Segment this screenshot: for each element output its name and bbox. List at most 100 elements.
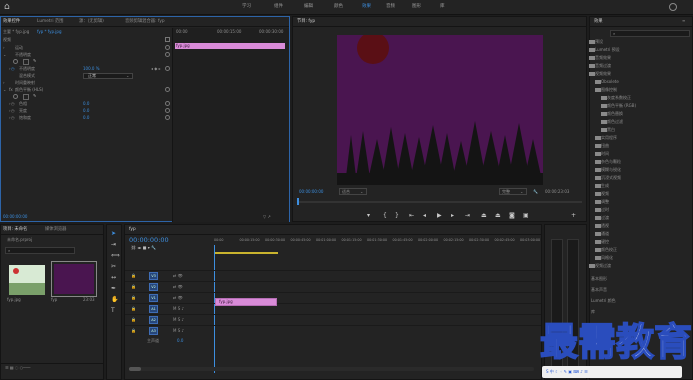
track-controls-icon[interactable]: M S ♪ xyxy=(173,328,184,334)
razor-tool-icon[interactable]: ✂ xyxy=(111,263,116,271)
effect-tree-item[interactable]: 黑白 xyxy=(607,126,615,133)
tab-audio-clip-mixer[interactable]: 音频剪辑混合器: fyp xyxy=(125,18,165,25)
mark-out-bracket-icon[interactable]: } xyxy=(395,212,399,220)
step-forward-icon[interactable]: ▸ xyxy=(451,212,454,220)
effect-tree-item[interactable]: 时间 xyxy=(601,150,609,157)
go-to-in-icon[interactable]: ⇤ xyxy=(409,212,414,220)
effect-tree-item[interactable]: 颜色替换 xyxy=(607,110,623,117)
mark-in-icon[interactable]: ▾ xyxy=(367,212,370,220)
tab-media-browser[interactable]: 媒体浏览器 xyxy=(45,226,66,233)
opacity-value[interactable]: 100.0 % xyxy=(83,66,100,72)
mark-in-bracket-icon[interactable]: { xyxy=(383,212,387,220)
project-search-input[interactable]: ⌕ xyxy=(5,247,75,254)
track-controls-icon[interactable]: ⇄ 👁 xyxy=(173,273,183,279)
master-volume[interactable]: 0.0 xyxy=(177,338,183,344)
play-icon[interactable]: ▶ xyxy=(437,212,442,220)
reset-icon[interactable] xyxy=(165,101,170,106)
effect-tree-item[interactable]: 实用程序 xyxy=(601,134,617,141)
fx-badge-icon[interactable]: fx xyxy=(9,87,13,93)
workspace-graphics[interactable]: 图形 xyxy=(412,3,421,11)
workspace-assembly[interactable]: 组件 xyxy=(274,3,283,11)
track-target-button[interactable]: V3 xyxy=(149,272,158,280)
panel-libraries[interactable]: 库 xyxy=(591,308,595,315)
ec-row-lightness[interactable]: › ◷ 亮度 0.0 xyxy=(3,108,171,114)
home-icon[interactable]: ⌂ xyxy=(4,2,14,12)
track-target-button[interactable]: A2 xyxy=(149,316,158,324)
lightness-value[interactable]: 0.0 xyxy=(83,108,89,114)
reset-icon[interactable] xyxy=(165,115,170,120)
track-controls-icon[interactable]: ⇄ 👁 xyxy=(173,284,183,290)
list-view-icon[interactable]: ☰ ▦ ◌ ○─── xyxy=(5,365,30,371)
stopwatch-icon[interactable]: ◷ xyxy=(11,101,15,107)
effect-tree-item[interactable]: 杂色与颗粒 xyxy=(601,158,621,165)
program-current-time[interactable]: 00:00:00:00 xyxy=(299,189,323,195)
hand-tool-icon[interactable]: ✋ xyxy=(111,296,118,304)
sequence-clip-label[interactable]: fyp * fyp.jpg xyxy=(37,29,62,35)
effect-tree-item[interactable]: 颜色校正 xyxy=(601,246,617,253)
timeline-scrollbar[interactable] xyxy=(129,367,534,371)
track-controls-icon[interactable]: M S ♪ xyxy=(173,306,184,312)
tab-source[interactable]: 源：(无剪辑) xyxy=(79,18,104,25)
track-controls-icon[interactable]: ⇄ 👁 xyxy=(173,295,183,301)
ec-row-color-balance[interactable]: ⌄ fx 颜色平衡 (HLS) xyxy=(3,87,171,93)
effect-tree-item[interactable]: 音频过渡 xyxy=(595,62,611,69)
tab-sequence[interactable]: fyp xyxy=(129,226,136,233)
export-frame-icon[interactable]: ◙ xyxy=(509,212,515,220)
hue-value[interactable]: 0.0 xyxy=(83,101,89,107)
track-target-button[interactable]: A3 xyxy=(149,327,158,335)
ime-toolbar[interactable]: S 中 ☾ ◦ ✎ ▣ ⌨ ♪ ☰ xyxy=(542,366,682,378)
effect-tree-item[interactable]: 生成 xyxy=(601,182,609,189)
work-area-bar[interactable] xyxy=(214,252,278,254)
slip-tool-icon[interactable]: ↔ xyxy=(111,274,116,282)
reset-icon[interactable] xyxy=(165,52,170,57)
effect-tree-item[interactable]: 模糊与锐化 xyxy=(601,166,621,173)
effect-tree-item[interactable]: 风格化 xyxy=(601,254,613,261)
effect-tree-item[interactable]: Obsolete xyxy=(601,78,619,85)
effect-tree-item[interactable]: 过时 xyxy=(601,206,609,213)
effect-tree-item[interactable]: 沉浸式视频 xyxy=(601,174,621,181)
scroll-up-icon[interactable] xyxy=(165,37,170,42)
wrench-icon[interactable]: 🔧 xyxy=(533,189,538,195)
workspace-audio[interactable]: 音频 xyxy=(386,3,395,11)
track-select-tool-icon[interactable]: ⇥ xyxy=(111,241,116,249)
ec-row-blend[interactable]: 混合模式 正常 ⌄ xyxy=(3,73,171,79)
reset-icon[interactable] xyxy=(165,45,170,50)
ellipse-mask-icon[interactable] xyxy=(13,94,18,99)
lock-icon[interactable]: 🔒 xyxy=(131,284,136,290)
ripple-edit-tool-icon[interactable]: ⟺ xyxy=(111,252,120,260)
effect-tree-item[interactable]: 视频效果 xyxy=(595,70,611,77)
playhead[interactable] xyxy=(297,198,299,205)
reset-icon[interactable] xyxy=(165,66,170,71)
effect-tree-item[interactable]: 预设 xyxy=(595,38,603,45)
reset-icon[interactable] xyxy=(165,87,170,92)
extract-icon[interactable]: ⏏ xyxy=(495,212,501,220)
ec-current-time[interactable]: 00:00:00:00 xyxy=(3,214,27,220)
workspace-edit[interactable]: 编辑 xyxy=(304,3,313,11)
workspace-color[interactable]: 颜色 xyxy=(334,3,343,11)
effect-tree-item[interactable]: 通道 xyxy=(601,230,609,237)
lift-icon[interactable]: ⏏ xyxy=(481,212,487,220)
reset-icon[interactable] xyxy=(165,108,170,113)
stopwatch-icon[interactable]: ◷ xyxy=(11,108,15,114)
tab-effects[interactable]: 效果 xyxy=(594,18,603,25)
timeline-current-time[interactable]: 00:00:00:00 xyxy=(129,236,169,244)
thumb-fyp-jpg[interactable] xyxy=(9,265,45,295)
selection-tool-icon[interactable]: ➤ xyxy=(111,230,116,238)
lock-icon[interactable]: 🔒 xyxy=(131,295,136,301)
panel-essential-graphics[interactable]: 基本图形 xyxy=(591,275,607,282)
effect-tree-item[interactable]: 调整 xyxy=(601,198,609,205)
effect-tree-item[interactable]: 颜色过滤 xyxy=(607,118,623,125)
panel-lumetri-color[interactable]: Lumetri 颜色 xyxy=(591,297,616,304)
menu-icon[interactable]: ≡ xyxy=(682,18,685,24)
panel-essential-sound[interactable]: 基本声音 xyxy=(591,286,607,293)
timeline-tools-icons[interactable]: ⛓ ◂▸ ■ ▾ 🔧 xyxy=(131,245,156,251)
timeline-clip[interactable]: fyp.jpg xyxy=(215,298,277,306)
track-target-button[interactable]: A1 xyxy=(149,305,158,313)
thumb-fyp-seq[interactable] xyxy=(51,261,97,297)
effect-tree-item[interactable]: 扭曲 xyxy=(601,142,609,149)
effect-tree-item[interactable]: 视频 xyxy=(601,190,609,197)
effect-tree-item[interactable]: 视频过渡 xyxy=(595,262,611,269)
tab-lumetri-scopes[interactable]: Lumetri 范围 xyxy=(37,18,63,25)
ec-row-time-remap[interactable]: › 时间重映射 xyxy=(3,80,171,86)
filter-icon[interactable]: ▽ ↗ xyxy=(263,214,271,220)
